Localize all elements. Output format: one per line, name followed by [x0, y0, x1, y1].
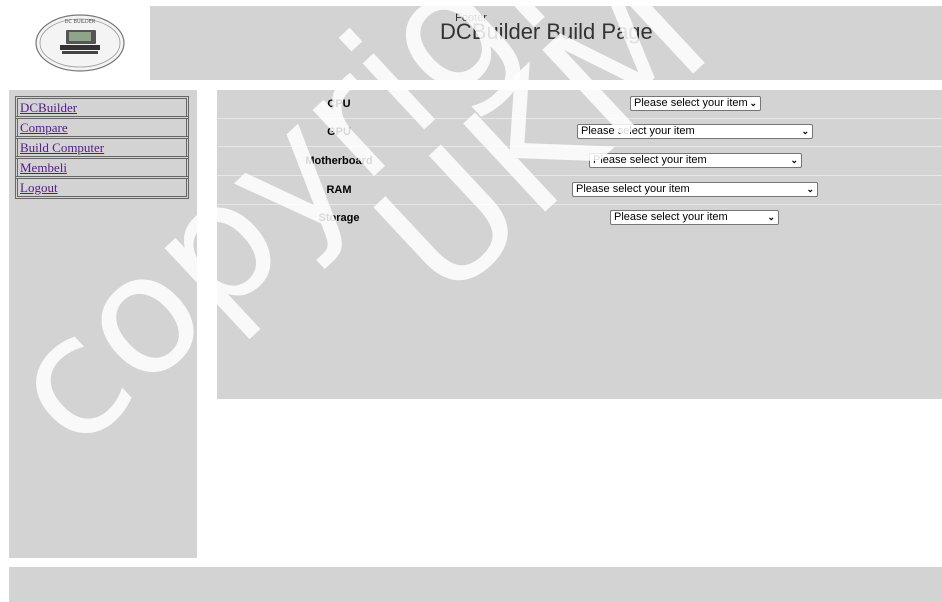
ram-label: RAM — [326, 184, 352, 196]
build-form: CPU Please select your item ⌄ GPU Please… — [217, 90, 942, 399]
storage-select[interactable]: Please select your item ⌄ — [610, 210, 779, 225]
cpu-select-value: Please select your item — [634, 97, 748, 109]
gpu-select[interactable]: Please select your item ⌄ — [577, 124, 813, 139]
nav-link-membeli[interactable]: Membeli — [20, 160, 67, 175]
motherboard-select[interactable]: Please select your item ⌄ — [589, 153, 802, 168]
ram-select-value: Please select your item — [576, 183, 690, 195]
nav-item-logout: Logout — [15, 176, 189, 199]
chevron-down-icon: ⌄ — [806, 184, 814, 194]
nav-link-build-computer[interactable]: Build Computer — [20, 140, 104, 155]
storage-select-value: Please select your item — [614, 211, 728, 223]
cpu-label: CPU — [327, 98, 351, 110]
nav-link-logout[interactable]: Logout — [20, 180, 58, 195]
nav-menu: DCBuilder Compare Build Computer Membeli… — [15, 96, 189, 199]
cpu-row: CPU Please select your item ⌄ — [217, 90, 942, 119]
gpu-select-value: Please select your item — [581, 125, 695, 137]
motherboard-row: Motherboard Please select your item ⌄ — [217, 147, 942, 176]
storage-label: Storage — [318, 212, 360, 224]
gpu-row: GPU Please select your item ⌄ — [217, 118, 942, 147]
sidebar: DCBuilder Compare Build Computer Membeli… — [9, 90, 197, 558]
motherboard-select-value: Please select your item — [593, 154, 707, 166]
chevron-down-icon: ⌄ — [790, 155, 798, 165]
ram-select[interactable]: Please select your item ⌄ — [572, 182, 818, 197]
chevron-down-icon: ⌄ — [801, 126, 809, 136]
nav-link-compare[interactable]: Compare — [20, 120, 68, 135]
ram-row: RAM Please select your item ⌄ — [217, 176, 942, 205]
nav-link-dcbuilder[interactable]: DCBuilder — [20, 100, 77, 115]
footer-text: Footer — [455, 12, 487, 24]
gpu-label: GPU — [327, 126, 351, 138]
motherboard-label: Motherboard — [305, 155, 373, 167]
chevron-down-icon: ⌄ — [749, 98, 757, 108]
footer — [9, 567, 942, 602]
storage-row: Storage Please select your item ⌄ — [217, 204, 942, 232]
cpu-select[interactable]: Please select your item ⌄ — [630, 96, 761, 111]
chevron-down-icon: ⌄ — [767, 212, 775, 222]
